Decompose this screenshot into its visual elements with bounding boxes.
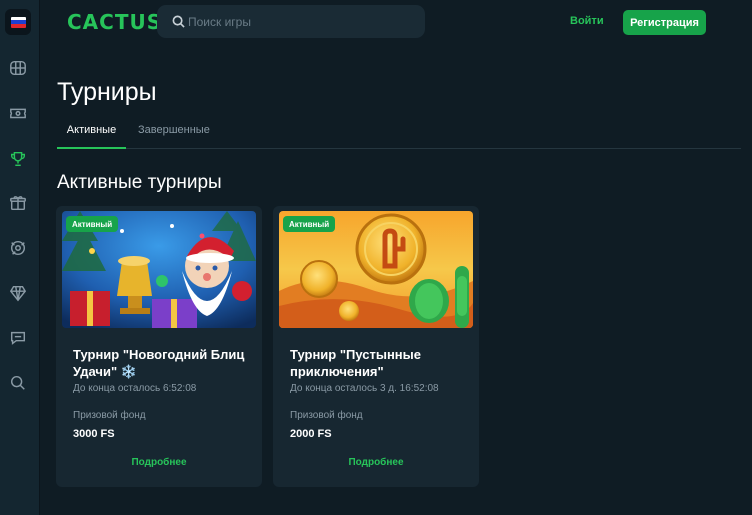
vip-diamond-icon[interactable] [7,282,29,304]
gifts-icon[interactable] [7,192,29,214]
search-input[interactable] [188,5,418,38]
search-icon [172,15,185,28]
top-header: CACTUS Войти Регистрация [40,0,752,44]
language-flag-ru[interactable] [5,9,31,35]
page-title: Турниры [57,78,157,106]
sidebar [0,0,40,515]
prize-fund-value: 2000 FS [290,428,332,440]
tab-active[interactable]: Активные [57,120,126,149]
live-casino-icon[interactable] [7,102,29,124]
tournament-countdown: До конца осталось 6:52:08 [73,383,197,394]
tab-finished[interactable]: Завершенные [138,120,210,149]
section-title: Активные турниры [57,172,222,193]
status-badge: Активный [66,216,119,232]
tournament-title: Турнир "Пустынные приключения" [290,347,421,379]
support-chat-icon[interactable] [7,327,29,349]
details-link[interactable]: Подробнее [273,457,479,468]
tournament-card[interactable]: Активный Турнир "Новогодний Блиц Удачи" … [56,206,262,487]
tournament-title: Турнир "Новогодний Блиц Удачи" ❄️ [73,347,245,379]
prize-fund-value: 3000 FS [73,428,115,440]
search-box[interactable] [157,5,425,38]
search-icon[interactable] [7,372,29,394]
roulette-icon[interactable] [7,237,29,259]
tournament-countdown: До конца осталось 3 д. 16:52:08 [290,383,439,394]
tournament-card[interactable]: Активный Турнир "Пустынные приключения" … [273,206,479,487]
tournaments-icon[interactable] [7,148,29,170]
register-button[interactable]: Регистрация [623,10,706,35]
tournament-image-new-year[interactable]: Активный [62,211,256,328]
tournament-image-desert[interactable]: Активный [279,211,473,328]
status-badge: Активный [283,216,336,232]
cactus-logo[interactable]: CACTUS [67,10,162,34]
details-link[interactable]: Подробнее [56,457,262,468]
russia-flag-icon [10,16,26,28]
prize-fund-label: Призовой фонд [73,410,146,421]
slots-icon[interactable] [7,57,29,79]
tournament-tabs: Активные Завершенные [57,120,741,149]
login-button[interactable]: Войти [570,15,604,27]
prize-fund-label: Призовой фонд [290,410,363,421]
